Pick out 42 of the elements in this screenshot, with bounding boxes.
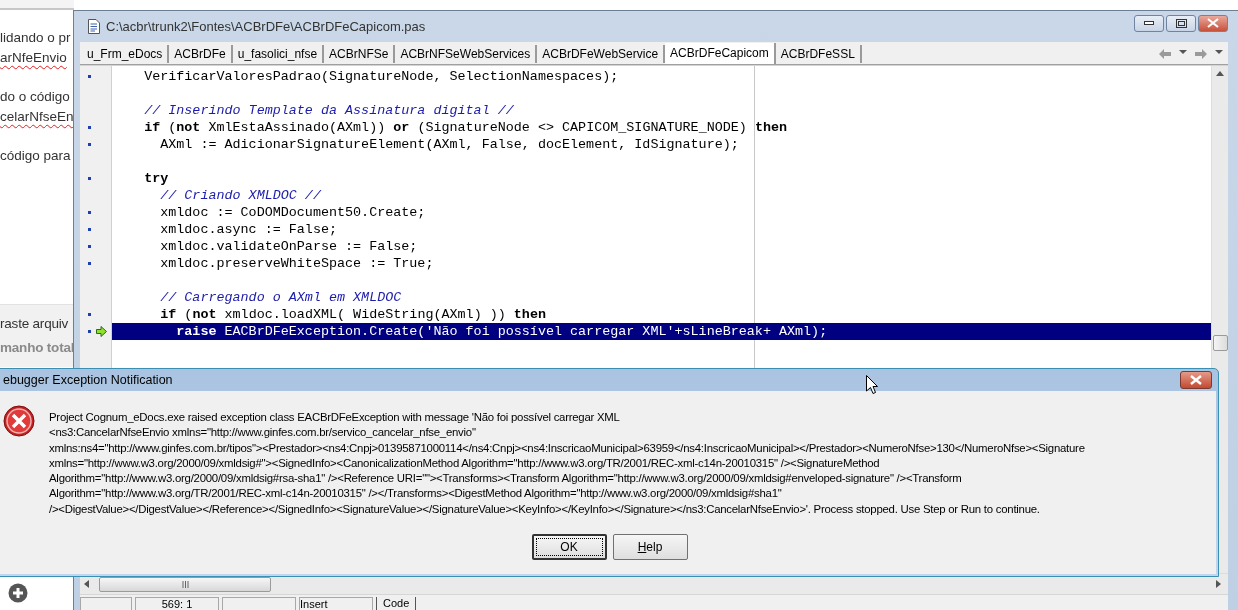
cursor-position: 569: 1 xyxy=(135,597,219,610)
error-icon xyxy=(3,405,35,437)
status-cell xyxy=(80,597,132,610)
dialog-button[interactable]: Help xyxy=(612,534,688,561)
maximize-icon xyxy=(1175,18,1187,28)
panel-text: raste arquiv xyxy=(0,315,69,333)
code-line: VerificarValoresPadrao(SignatureNode, SelectionNamespaces); xyxy=(143,67,620,85)
minimize-button[interactable] xyxy=(1134,14,1164,32)
minimize-icon xyxy=(1144,21,1154,26)
code-line: xmldoc.async := False; xyxy=(159,220,338,238)
close-icon xyxy=(1190,375,1202,385)
close-button[interactable] xyxy=(1180,371,1212,389)
page-text: do o código xyxy=(0,88,70,106)
error-message: Project Cognum_eDocs.exe raised exception class EACBrDFeException with message 'Não foi possível carregar XML <ns3:CancelarNfseEnvio xmlns="http://www.ginfes.com.br/servico_cancelar_nfse_envio" xmlns:ns4="http://www.ginfes.com.br/tipos"><Prestador><ns4:Cnpj>01395871000114</ns4:Cnpj><ns4:InscricaoMunicipal>63959</ns4:InscricaoMunicipal></Prestador><NumeroNfse>130</NumeroNfse><Signature xmlns="http://www.w3.org/2000/09/xmldsig#"><SignedInfo><CanonicalizationMethod Algorithm="http://www.w3.org/TR/2001/REC-xml-c14n-20010315" /><SignatureMethod Algorithm="http://www.w3.org/2000/09/xmldsig#rsa-sha1" /><Reference URI=""><Transforms><Transform Algorithm="http://www.w3.org/2000/09/xmldsig#enveloped-signature" /><Transform Algorithm="http://www.w3.org/TR/2001/REC-xml-c14n-20010315" /></Transforms><DigestMethod Algorithm="http://www.w3.org/2000/09/xmldsig#sha1" /><DigestValue></DigestValue></Reference></SignedInfo><SignatureValue></SignatureValue><KeyInfo></KeyInfo></Signature></ns3:CancelarNfseEnvio>'. Process stopped. Use Step or Run to continue. xyxy=(49,410,1085,517)
code-line: // Inserindo Template da Assinatura digital // xyxy=(143,101,515,119)
scroll-thumb[interactable] xyxy=(1212,334,1228,351)
edit-mode: Insert xyxy=(299,597,373,610)
close-button[interactable] xyxy=(1198,14,1228,32)
code-line: // Criando XMLDOC // xyxy=(159,186,322,204)
dialog-title: ebugger Exception Notification xyxy=(3,373,173,387)
file-tab[interactable]: ACBrDFeCapicom xyxy=(665,42,776,64)
code-line: // Carregando o AXml em XMLDOC xyxy=(159,288,403,306)
dialog-button[interactable]: OK xyxy=(531,534,607,561)
grip-icon xyxy=(181,580,189,588)
maximize-button[interactable] xyxy=(1166,14,1196,32)
page-text: celarNfseEn xyxy=(0,108,74,126)
code-line: if (not xmldoc.loadXML( WideString(AXml) )) then xyxy=(159,305,547,323)
code-view-tab[interactable]: Code xyxy=(376,597,417,610)
code-line: xmldoc.validateOnParse := False; xyxy=(159,237,419,255)
code-line: if (not XmlEstaAssinado(AXml)) or (SignatureNode <> CAPICOM_SIGNATURE_NODE) then xyxy=(143,118,789,136)
page-text: lidando o pr xyxy=(0,29,71,47)
close-icon xyxy=(1207,18,1219,29)
add-icon[interactable] xyxy=(8,583,28,603)
page-text: código para xyxy=(0,147,71,165)
code-line: xmldoc := CoDOMDocument50.Create; xyxy=(159,203,427,221)
code-line: xmldoc.preserveWhiteSpace := True; xyxy=(159,254,435,272)
code-line: AXml := AdicionarSignatureElement(AXml, False, docElement, IdSignature); xyxy=(159,135,740,153)
window-title: C:\acbr\trunk2\Fontes\ACBrDFe\ACBrDFeCapicom.pas xyxy=(106,18,426,34)
mouse-pointer-icon xyxy=(866,375,878,394)
file-icon xyxy=(88,18,100,34)
page-text: arNfeEnvio xyxy=(0,49,67,67)
code-line: try xyxy=(143,169,170,187)
